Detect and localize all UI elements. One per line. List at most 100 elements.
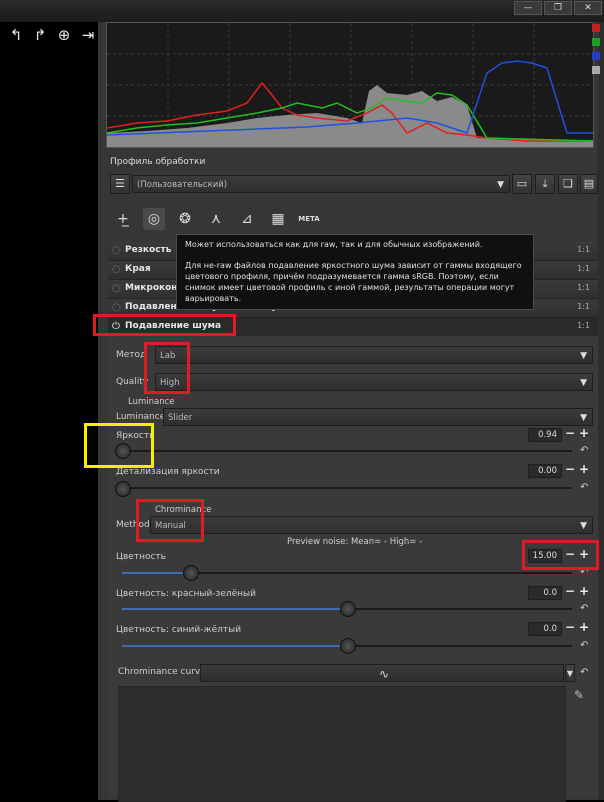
histogram-graph [106,23,594,147]
paste-profile-button[interactable]: ▤ [580,174,598,194]
chroma-slider-knob[interactable] [182,565,199,581]
save-icon: ⤓ [542,177,548,190]
minimize-button[interactable]: — [514,1,542,15]
chevron-down-icon: ▼ [566,669,574,678]
raw-tab-icon[interactable]: ▦ [267,208,289,230]
detail-value[interactable]: 0.00 [528,464,562,478]
detail-track[interactable] [122,487,572,489]
color-tab-icon[interactable]: ❂ [174,208,196,230]
plus-icon[interactable]: + [579,462,589,476]
chevron-down-icon: ▼ [580,521,587,531]
reset-icon[interactable]: ↶ [580,445,588,456]
red-green-slider-knob[interactable] [340,601,356,617]
panel-scrollbar[interactable] [598,22,604,800]
paste-icon: ▤ [583,177,595,190]
preview-noise-text: Preview noise: Mean= - High= - [287,537,423,547]
highlight-method-quality [144,342,190,394]
copy-profile-button[interactable]: ❏ [558,174,578,194]
section-label: Микроконт [125,283,183,293]
reset-icon[interactable]: ↶ [580,482,588,493]
chevron-down-icon: ▼ [580,378,587,388]
profile-value: (Пользовательский) [137,180,228,190]
curve-icon: ∿ [378,667,390,681]
profile-list-button[interactable]: ☰ [110,174,130,194]
detail-tab-icon[interactable]: ◎ [143,208,165,230]
transform-toolbar: ↰ ↱ ⊕ ⇥ [0,22,106,48]
rotate-icon[interactable]: ⇥ [78,26,98,44]
brightness-value[interactable]: 0.94 [528,428,562,442]
plus-icon[interactable]: + [579,584,589,598]
highlight-chroma-value [522,540,599,570]
blue-yellow-label: Цветность: синий-жёлтый [116,625,242,635]
plus-icon[interactable]: + [579,426,589,440]
luminance-control-select[interactable]: Slider ▼ [163,408,593,426]
power-icon[interactable]: ◌ [112,283,121,294]
open-profile-button[interactable]: ▭ [512,174,532,194]
power-icon[interactable]: ◌ [112,264,121,275]
list-icon: ☰ [115,177,125,190]
exposure-tab-icon[interactable]: +̲ [112,208,134,230]
luminance-header: Luminance [128,397,175,407]
red-green-fill [122,608,347,610]
flip-icon[interactable]: ⊕ [54,26,74,44]
red-channel-button[interactable] [592,24,600,32]
minus-icon[interactable]: − [565,584,575,598]
section-label: Края [125,264,151,274]
redo-icon[interactable]: ↱ [30,26,50,44]
blue-yellow-value[interactable]: 0.0 [528,622,562,636]
minus-icon[interactable]: − [565,620,575,634]
profile-label: Профиль обработки [110,157,206,167]
transform-tab-icon[interactable]: ⊿ [236,208,258,230]
chroma-label: Цветность [116,552,166,562]
zoom-badge: 1:1 [577,302,590,311]
chroma-fill [122,572,190,574]
curve-menu-button[interactable]: ▼ [565,664,575,682]
chevron-down-icon: ▼ [497,180,504,190]
wavelet-tab-icon[interactable]: ⋏ [205,208,227,230]
undo-icon[interactable]: ↰ [6,26,26,44]
blue-yellow-slider-knob[interactable] [340,638,356,654]
method-select[interactable]: Lab ▼ [155,346,593,364]
section-label: Резкость [125,245,172,255]
tooltip: Может использоваться как для raw, так и … [176,234,534,310]
detail-slider-knob[interactable] [115,481,131,497]
chevron-down-icon: ▼ [580,351,587,361]
metadata-tab-icon[interactable]: META [298,208,320,230]
detail-label: Детализация яркости [116,467,220,477]
chroma-curve-type-select[interactable]: ∿ [200,664,564,682]
folder-icon: ▭ [516,177,528,190]
chroma-curve-label: Chrominance curve: [118,667,209,677]
zoom-badge: 1:1 [577,245,590,254]
zoom-badge: 1:1 [577,264,590,273]
window-controls: — ❐ ✕ [514,1,602,15]
histogram-channel-buttons [592,24,602,80]
close-button[interactable]: ✕ [574,1,602,15]
chroma-curve-editor[interactable] [118,686,566,802]
power-icon[interactable]: ◌ [112,302,121,313]
red-green-value[interactable]: 0.0 [528,586,562,600]
brightness-track[interactable] [122,450,572,452]
chevron-down-icon: ▼ [580,413,587,423]
luminance-channel-button[interactable] [592,66,600,74]
reset-icon[interactable]: ↶ [580,603,588,614]
minus-icon[interactable]: − [565,462,575,476]
chroma-method-select[interactable]: Manual ▼ [150,516,593,534]
green-channel-button[interactable] [592,38,600,46]
quality-select[interactable]: High ▼ [155,373,593,391]
highlight-noise-section [93,314,236,336]
reset-icon[interactable]: ↶ [580,640,588,651]
restore-button[interactable]: ❐ [544,1,572,15]
blue-channel-button[interactable] [592,52,600,60]
tool-tabs: +̲ ◎ ❂ ⋏ ⊿ ▦ META [112,208,320,232]
picker-icon[interactable]: ✎ [574,688,584,702]
zoom-badge: 1:1 [577,321,590,330]
reset-icon[interactable]: ↶ [580,667,588,678]
highlight-brightness [84,423,154,468]
plus-icon[interactable]: + [579,620,589,634]
zoom-badge: 1:1 [577,283,590,292]
save-profile-button[interactable]: ⤓ [535,174,555,194]
minus-icon[interactable]: − [565,426,575,440]
profile-select[interactable]: (Пользовательский) ▼ [132,175,510,193]
power-icon[interactable]: ◌ [112,245,121,256]
copy-icon: ❏ [563,177,573,190]
